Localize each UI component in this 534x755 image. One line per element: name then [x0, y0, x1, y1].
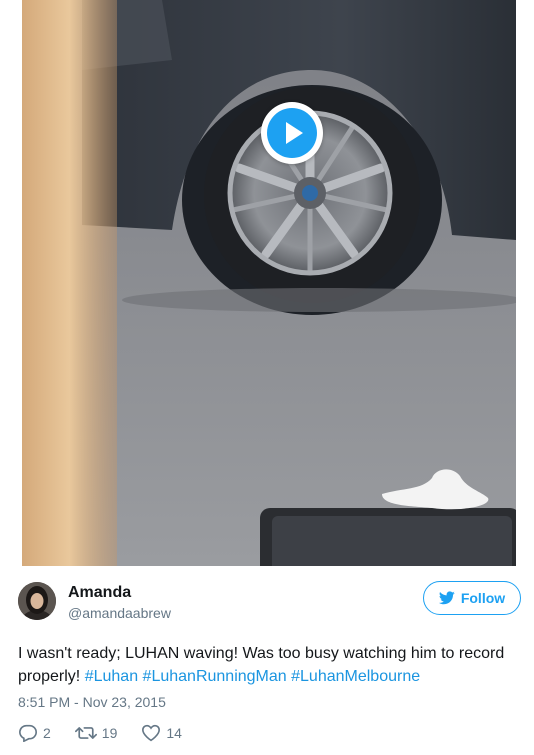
tweet-video[interactable]	[22, 0, 516, 566]
author-name[interactable]: Amanda	[68, 584, 131, 602]
like-button[interactable]: 14	[141, 724, 182, 742]
author-handle[interactable]: @amandaabrew	[68, 605, 171, 621]
follow-button[interactable]: Follow	[423, 581, 521, 615]
tweet-text: I wasn't ready; LUHAN waving! Was too bu…	[18, 642, 518, 688]
video-still	[22, 0, 516, 566]
reply-button[interactable]: 2	[18, 724, 51, 742]
hashtag-luhanrunningman[interactable]: #LuhanRunningMan	[143, 668, 287, 685]
reply-icon	[19, 724, 37, 742]
reply-count: 2	[43, 725, 51, 741]
play-button[interactable]	[261, 102, 323, 164]
play-icon	[267, 108, 317, 158]
hashtag-luhanmelbourne[interactable]: #LuhanMelbourne	[291, 668, 420, 685]
like-count: 14	[166, 725, 182, 741]
avatar[interactable]	[18, 582, 56, 620]
tweet-actions: 2 19 14	[18, 722, 206, 744]
hashtag-luhan[interactable]: #Luhan	[85, 668, 138, 685]
tweet-timestamp[interactable]: 8:51 PM - Nov 23, 2015	[18, 694, 166, 710]
tweet-author: Amanda @amandaabrew Follow	[18, 580, 521, 624]
retweet-count: 19	[101, 725, 118, 741]
twitter-bird-icon	[438, 591, 455, 605]
heart-icon	[142, 724, 161, 742]
retweet-icon	[74, 727, 97, 739]
follow-label: Follow	[460, 590, 506, 606]
retweet-button[interactable]: 19	[74, 725, 118, 741]
